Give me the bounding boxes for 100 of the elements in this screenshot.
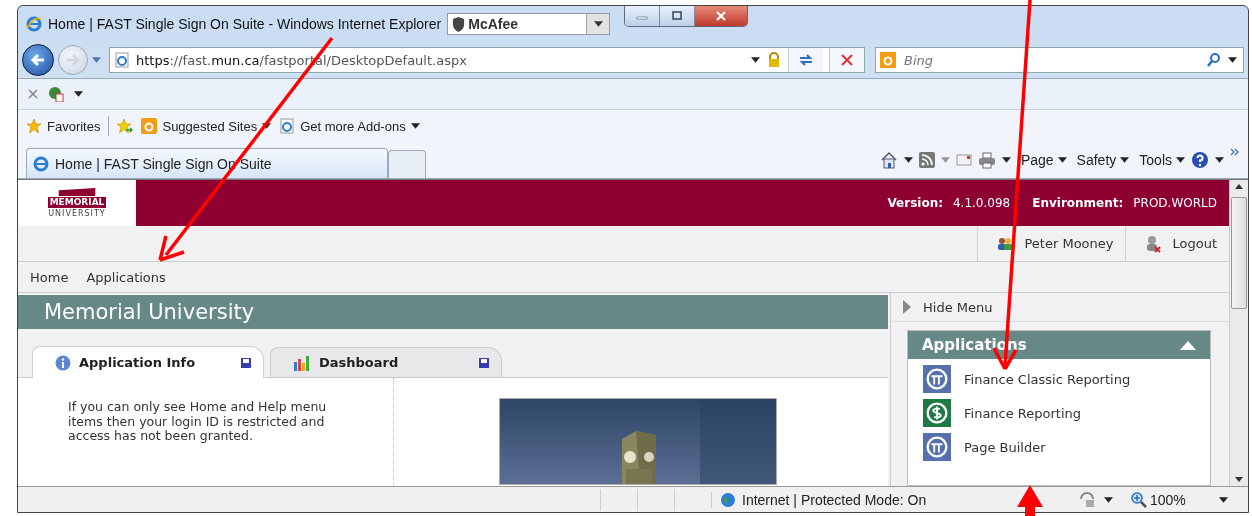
zoom-level[interactable]: 100% — [1131, 491, 1211, 508]
logo-text: UNIVERSITY — [48, 208, 106, 219]
caret-icon[interactable] — [751, 57, 760, 63]
shield-icon — [452, 16, 466, 32]
nav-menu-item[interactable]: Applications — [86, 269, 166, 285]
favorites-label: Favorites — [47, 118, 101, 134]
environment-label: Environment: — [1032, 196, 1124, 210]
caret-icon[interactable] — [1215, 157, 1224, 163]
bing-icon — [880, 52, 896, 68]
user-link[interactable]: Peter Mooney — [977, 226, 1126, 261]
stop-icon — [839, 52, 855, 68]
content-tab[interactable]: Dashboard — [270, 347, 502, 377]
add-favorites-icon[interactable] — [117, 118, 134, 134]
scrollbar[interactable] — [1229, 180, 1248, 486]
version-value: 4.1.0.098 — [952, 196, 1011, 210]
caret-icon — [1176, 157, 1185, 163]
caret-icon — [1057, 157, 1067, 163]
page-title: Memorial University — [18, 295, 888, 329]
application-link[interactable]: Finance Reporting — [922, 399, 1196, 427]
save-icon[interactable] — [241, 357, 251, 368]
favorites-label: Suggested Sites — [162, 118, 258, 134]
ie-logo-icon — [26, 16, 42, 32]
search-field[interactable]: Bing — [902, 51, 1200, 69]
dollar-app-icon — [922, 399, 952, 427]
content-tab[interactable]: Application Info — [32, 346, 264, 378]
printer-icon[interactable] — [977, 151, 996, 169]
command-label: Page — [1020, 152, 1054, 168]
command-menu[interactable]: Safety — [1076, 152, 1130, 168]
scroll-down-icon[interactable] — [1235, 477, 1243, 482]
help-icon[interactable] — [1191, 151, 1209, 169]
caret-icon — [410, 123, 420, 129]
mail-icon[interactable] — [955, 152, 972, 168]
home-icon[interactable] — [879, 151, 898, 169]
globe-icon — [720, 491, 736, 508]
annotation-arrow — [1017, 485, 1043, 516]
ie-logo-icon — [33, 155, 49, 172]
back-button[interactable] — [22, 44, 54, 76]
maximize-button[interactable] — [660, 6, 696, 26]
refresh-icon — [798, 52, 814, 68]
scroll-up-icon[interactable] — [1235, 184, 1243, 189]
zone-label: Internet | Protected Mode: On — [742, 491, 927, 508]
application-link[interactable]: Page Builder — [922, 433, 1196, 461]
caret-icon[interactable] — [74, 91, 83, 97]
favorites-bar-item[interactable]: Get more Add-ons — [279, 118, 420, 134]
close-icon[interactable] — [28, 89, 38, 99]
search-bar[interactable]: Bing — [875, 47, 1244, 73]
caret-icon[interactable] — [1219, 496, 1228, 503]
favorites-bar-item[interactable]: Suggested Sites — [141, 118, 272, 134]
caret-icon[interactable] — [903, 157, 913, 163]
mcafee-toolbar[interactable]: McAfee — [447, 13, 611, 35]
caret-icon[interactable] — [1228, 57, 1237, 63]
command-menu[interactable]: Tools — [1139, 152, 1185, 168]
close-button[interactable] — [695, 6, 748, 26]
close-icon — [715, 11, 728, 21]
nav-menu-item[interactable]: Home — [30, 269, 69, 285]
collapse-icon[interactable] — [1180, 340, 1196, 350]
minimize-button[interactable] — [625, 6, 661, 26]
command-menu[interactable]: Page — [1020, 152, 1067, 168]
zoom-icon — [1131, 491, 1147, 508]
tab-label: Application Info — [79, 355, 197, 370]
favorites-label: Get more Add-ons — [300, 118, 406, 134]
hide-menu-button[interactable]: Hide Menu — [891, 293, 1229, 322]
stop-button[interactable] — [829, 48, 864, 72]
command-label: Safety — [1076, 152, 1117, 168]
app-label: Finance Classic Reporting — [964, 371, 1131, 387]
caret-icon — [593, 21, 603, 27]
triangle-icon — [903, 300, 911, 314]
lock-icon — [766, 52, 782, 68]
refresh-button[interactable] — [788, 48, 823, 72]
feed-icon[interactable] — [918, 152, 935, 168]
application-link[interactable]: Finance Classic Reporting — [922, 365, 1196, 393]
favorites-bar-item[interactable]: Favorites — [26, 118, 101, 134]
window-title: Home | FAST Single Sign On Suite - Windows Internet Explorer — [48, 16, 442, 32]
logo-text: MEMORIAL — [47, 196, 107, 208]
info-text: If you can only see Home and Help menu items then your login ID is restricted and access has not been granted. — [68, 400, 328, 444]
caret-icon — [262, 123, 272, 129]
hide-menu-label: Hide Menu — [923, 299, 993, 315]
security-icon[interactable] — [1078, 490, 1096, 509]
dropdown-button[interactable] — [586, 14, 610, 34]
mcafee-label: McAfee — [468, 16, 519, 32]
save-icon[interactable] — [479, 357, 489, 368]
search-icon[interactable] — [1206, 52, 1222, 68]
scrollbar-thumb[interactable] — [1231, 197, 1247, 309]
chevron-icon[interactable] — [1230, 148, 1240, 156]
bing-icon — [141, 118, 158, 134]
caret-icon[interactable] — [1001, 157, 1011, 163]
page-icon — [279, 118, 296, 134]
environment-value: PROD.WORLD — [1133, 196, 1217, 210]
command-label: Tools — [1139, 152, 1172, 168]
page-icon — [114, 52, 130, 68]
caret-icon — [1120, 157, 1130, 163]
bar-chart-icon — [293, 353, 311, 372]
caret-icon[interactable] — [1104, 496, 1113, 503]
app-label: Page Builder — [964, 439, 1046, 455]
app-label: Finance Reporting — [964, 405, 1082, 421]
app-icon — [922, 365, 952, 393]
maximize-icon — [671, 11, 684, 21]
info-icon — [55, 354, 71, 371]
zoom-label: 100% — [1150, 491, 1186, 508]
user-remove-icon — [1144, 234, 1163, 253]
